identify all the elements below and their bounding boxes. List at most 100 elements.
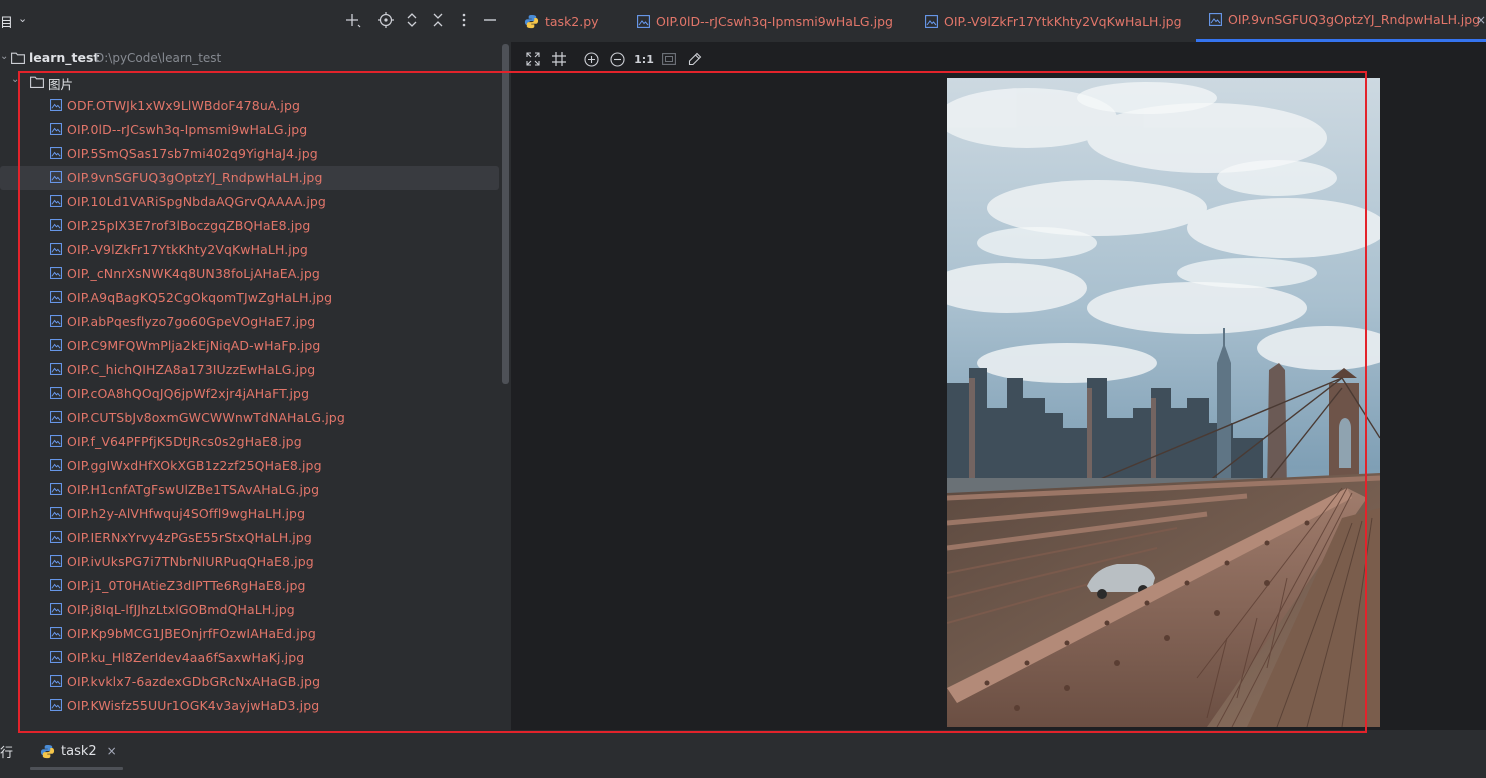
file-name: OIP.C9MFQWmPlja2kEjNiqAD-wHaFp.jpg	[67, 338, 321, 353]
chevron-down-icon[interactable]: ⌄	[0, 51, 8, 62]
tab-image-file[interactable]: OIP.-V9lZkFr17YtkKhty2VqKwHaLH.jpg	[925, 0, 1182, 42]
run-tab-task2[interactable]: task2 ×	[40, 740, 117, 762]
file-name: OIP.C_hichQIHZA8a173IUzzEwHaLG.jpg	[67, 362, 316, 377]
image-file-icon	[50, 675, 62, 687]
file-list-item[interactable]: OIP.H1cnfATgFswUlZBe1TSAvAHaLG.jpg	[0, 478, 499, 502]
file-list-item[interactable]: OIP.C_hichQIHZA8a173IUzzEwHaLG.jpg	[0, 358, 499, 382]
tree-scrollbar[interactable]	[502, 44, 509, 384]
image-file-icon	[50, 507, 62, 519]
tab-label: OIP.0lD--rJCswh3q-Ipmsmi9wHaLG.jpg	[656, 13, 893, 29]
zoom-out-icon[interactable]	[609, 51, 625, 67]
file-list-item[interactable]: ODF.OTWJk1xWx9LlWBdoF478uA.jpg	[0, 94, 499, 118]
chevron-down-icon[interactable]: ⌄	[11, 74, 19, 85]
file-name: OIP.ggIWxdHfXOkXGB1z2zf25QHaE8.jpg	[67, 458, 322, 473]
image-file-icon	[50, 603, 62, 615]
run-tab-underline	[30, 767, 123, 770]
file-list-item[interactable]: OIP.abPqesflyzo7go60GpeVOgHaE7.jpg	[0, 310, 499, 334]
tab-task2-py[interactable]: task2.py	[524, 0, 599, 42]
file-list-item[interactable]: OIP.10Ld1VARiSpgNbdaAQGrvQAAAA.jpg	[0, 190, 499, 214]
run-tab-label: task2	[61, 743, 97, 759]
locate-target-icon[interactable]	[376, 10, 396, 30]
file-list-item[interactable]: OIP.-V9lZkFr17YtkKhty2VqKwHaLH.jpg	[0, 238, 499, 262]
color-picker-icon[interactable]	[687, 51, 703, 67]
collapse-all-icon[interactable]	[428, 10, 448, 30]
fit-to-window-icon[interactable]	[525, 51, 541, 67]
image-file-icon	[50, 699, 62, 711]
file-list-item[interactable]: OIP._cNnrXsNWK4q8UN38foLjAHaEA.jpg	[0, 262, 499, 286]
image-file-icon	[50, 219, 62, 231]
file-list-item[interactable]: OIP.ivUksPG7i7TNbrNlURPuqQHaE8.jpg	[0, 550, 499, 574]
image-file-icon	[50, 363, 62, 375]
file-list-item[interactable]: OIP.ggIWxdHfXOkXGB1z2zf25QHaE8.jpg	[0, 454, 499, 478]
file-name: OIP.CUTSbJv8oxmGWCWWnwTdNAHaLG.jpg	[67, 410, 345, 425]
file-list-item[interactable]: OIP.cOA8hQOqJQ6jpWf2xjr4jAHaFT.jpg	[0, 382, 499, 406]
file-list-item[interactable]: OIP.j1_0T0HAtieZ3dIPTTe6RgHaE8.jpg	[0, 574, 499, 598]
editor-area: task2.py OIP.0lD--rJCswh3q-Ipmsmi9wHaLG.…	[511, 0, 1486, 730]
image-file-icon	[50, 531, 62, 543]
file-name: OIP.25pIX3E7rof3lBoczgqZBQHaE8.jpg	[67, 218, 311, 233]
image-file-icon	[50, 483, 62, 495]
file-list-item[interactable]: OIP.KWisfz55UUr1OGK4v3ayjwHaD3.jpg	[0, 694, 499, 718]
file-name: ODF.OTWJk1xWx9LlWBdoF478uA.jpg	[67, 98, 301, 113]
tab-label: OIP.-V9lZkFr17YtkKhty2VqKwHaLH.jpg	[944, 13, 1182, 29]
tree-root-row[interactable]: ⌄ learn_test D:\pyCode\learn_test	[0, 46, 499, 70]
file-list-item[interactable]: OIP.Kp9bMCG1JBEOnjrfFOzwIAHaEd.jpg	[0, 622, 499, 646]
file-list-item[interactable]: OIP.9vnSGFUQ3gOptzYJ_RndpwHaLH.jpg	[0, 166, 499, 190]
actual-size-button[interactable]: 1:1	[634, 51, 654, 67]
file-list-item[interactable]: OIP.5SmQSas17sb7mi402q9YigHaJ4.jpg	[0, 142, 499, 166]
image-file-icon	[50, 339, 62, 351]
tree-folder-row[interactable]: ⌄ 图片	[0, 70, 499, 94]
minimize-icon[interactable]	[480, 10, 500, 30]
file-list-item[interactable]: OIP.IERNxYrvy4zPGsE55rStxQHaLH.jpg	[0, 526, 499, 550]
image-file-icon	[50, 195, 62, 207]
bridge-photo	[947, 78, 1380, 727]
python-icon	[524, 14, 539, 28]
file-name: OIP._cNnrXsNWK4q8UN38foLjAHaEA.jpg	[67, 266, 320, 281]
image-file-icon	[50, 435, 62, 447]
file-list-item[interactable]: OIP.0lD--rJCswh3q-Ipmsmi9wHaLG.jpg	[0, 118, 499, 142]
file-list-item[interactable]: OIP.A9qBagKQ52CgOkqomTJwZgHaLH.jpg	[0, 286, 499, 310]
folder-icon	[11, 52, 25, 64]
file-list-item[interactable]: OIP.j8IqL-lfJJhzLtxlGOBmdQHaLH.jpg	[0, 598, 499, 622]
more-options-icon[interactable]	[454, 10, 474, 30]
image-toolbar: 1:1	[511, 46, 1486, 72]
file-name: OIP.kvklx7-6azdexGDbGRcNxAHaGB.jpg	[67, 674, 321, 689]
fit-zoom-icon[interactable]	[661, 51, 677, 67]
tab-image-file[interactable]: OIP.0lD--rJCswh3q-Ipmsmi9wHaLG.jpg	[637, 0, 893, 42]
project-panel-header: 目 ⌄	[0, 0, 511, 42]
image-file-icon	[50, 411, 62, 423]
chevron-down-icon[interactable]: ⌄	[18, 12, 27, 25]
file-list-item[interactable]: OIP.ku_Hl8ZerIdev4aa6fSaxwHaKj.jpg	[0, 646, 499, 670]
file-list-item[interactable]: OIP.25pIX3E7rof3lBoczgqZBQHaE8.jpg	[0, 214, 499, 238]
image-file-icon	[1209, 13, 1222, 26]
image-file-icon	[50, 459, 62, 471]
close-icon[interactable]: ×	[107, 744, 117, 758]
expand-all-icon[interactable]	[402, 10, 422, 30]
close-icon[interactable]: ×	[1476, 13, 1486, 27]
image-file-icon	[50, 147, 62, 159]
grid-icon[interactable]	[551, 51, 567, 67]
add-plus-icon[interactable]	[343, 10, 363, 30]
file-list-item[interactable]: OIP.CUTSbJv8oxmGWCWWnwTdNAHaLG.jpg	[0, 406, 499, 430]
tab-label: OIP.9vnSGFUQ3gOptzYJ_RndpwHaLH.jpg	[1228, 12, 1481, 27]
root-folder-path: D:\pyCode\learn_test	[95, 51, 222, 65]
file-list-item[interactable]: OIP.C9MFQWmPlja2kEjNiqAD-wHaFp.jpg	[0, 334, 499, 358]
zoom-in-icon[interactable]	[583, 51, 599, 67]
file-list-item[interactable]: OIP.kvklx7-6azdexGDbGRcNxAHaGB.jpg	[0, 670, 499, 694]
image-file-icon	[50, 555, 62, 567]
editor-tab-bar: task2.py OIP.0lD--rJCswh3q-Ipmsmi9wHaLG.…	[511, 0, 1486, 43]
file-name: OIP.ku_Hl8ZerIdev4aa6fSaxwHaKj.jpg	[67, 650, 305, 665]
file-name: OIP.-V9lZkFr17YtkKhty2VqKwHaLH.jpg	[67, 242, 308, 257]
image-file-icon	[925, 14, 938, 28]
file-name: OIP.0lD--rJCswh3q-Ipmsmi9wHaLG.jpg	[67, 122, 308, 137]
file-name: OIP.H1cnfATgFswUlZBe1TSAvAHaLG.jpg	[67, 482, 320, 497]
root-folder-name: learn_test	[29, 50, 100, 65]
file-list-item[interactable]: OIP.h2y-AlVHfwquj4SOffl9wgHaLH.jpg	[0, 502, 499, 526]
folder-name: 图片	[48, 77, 74, 92]
project-panel-title[interactable]: 目	[0, 12, 13, 31]
file-list-item[interactable]: OIP.f_V64PFPfjK5DtJRcs0s2gHaE8.jpg	[0, 430, 499, 454]
tab-image-file-active[interactable]: OIP.9vnSGFUQ3gOptzYJ_RndpwHaLH.jpg ×	[1196, 0, 1486, 42]
python-icon	[40, 744, 55, 758]
project-panel: 目 ⌄ ⌄ learn_test D:\pyCode\learn_test ⌄ …	[0, 0, 511, 730]
file-name: OIP.f_V64PFPfjK5DtJRcs0s2gHaE8.jpg	[67, 434, 302, 449]
